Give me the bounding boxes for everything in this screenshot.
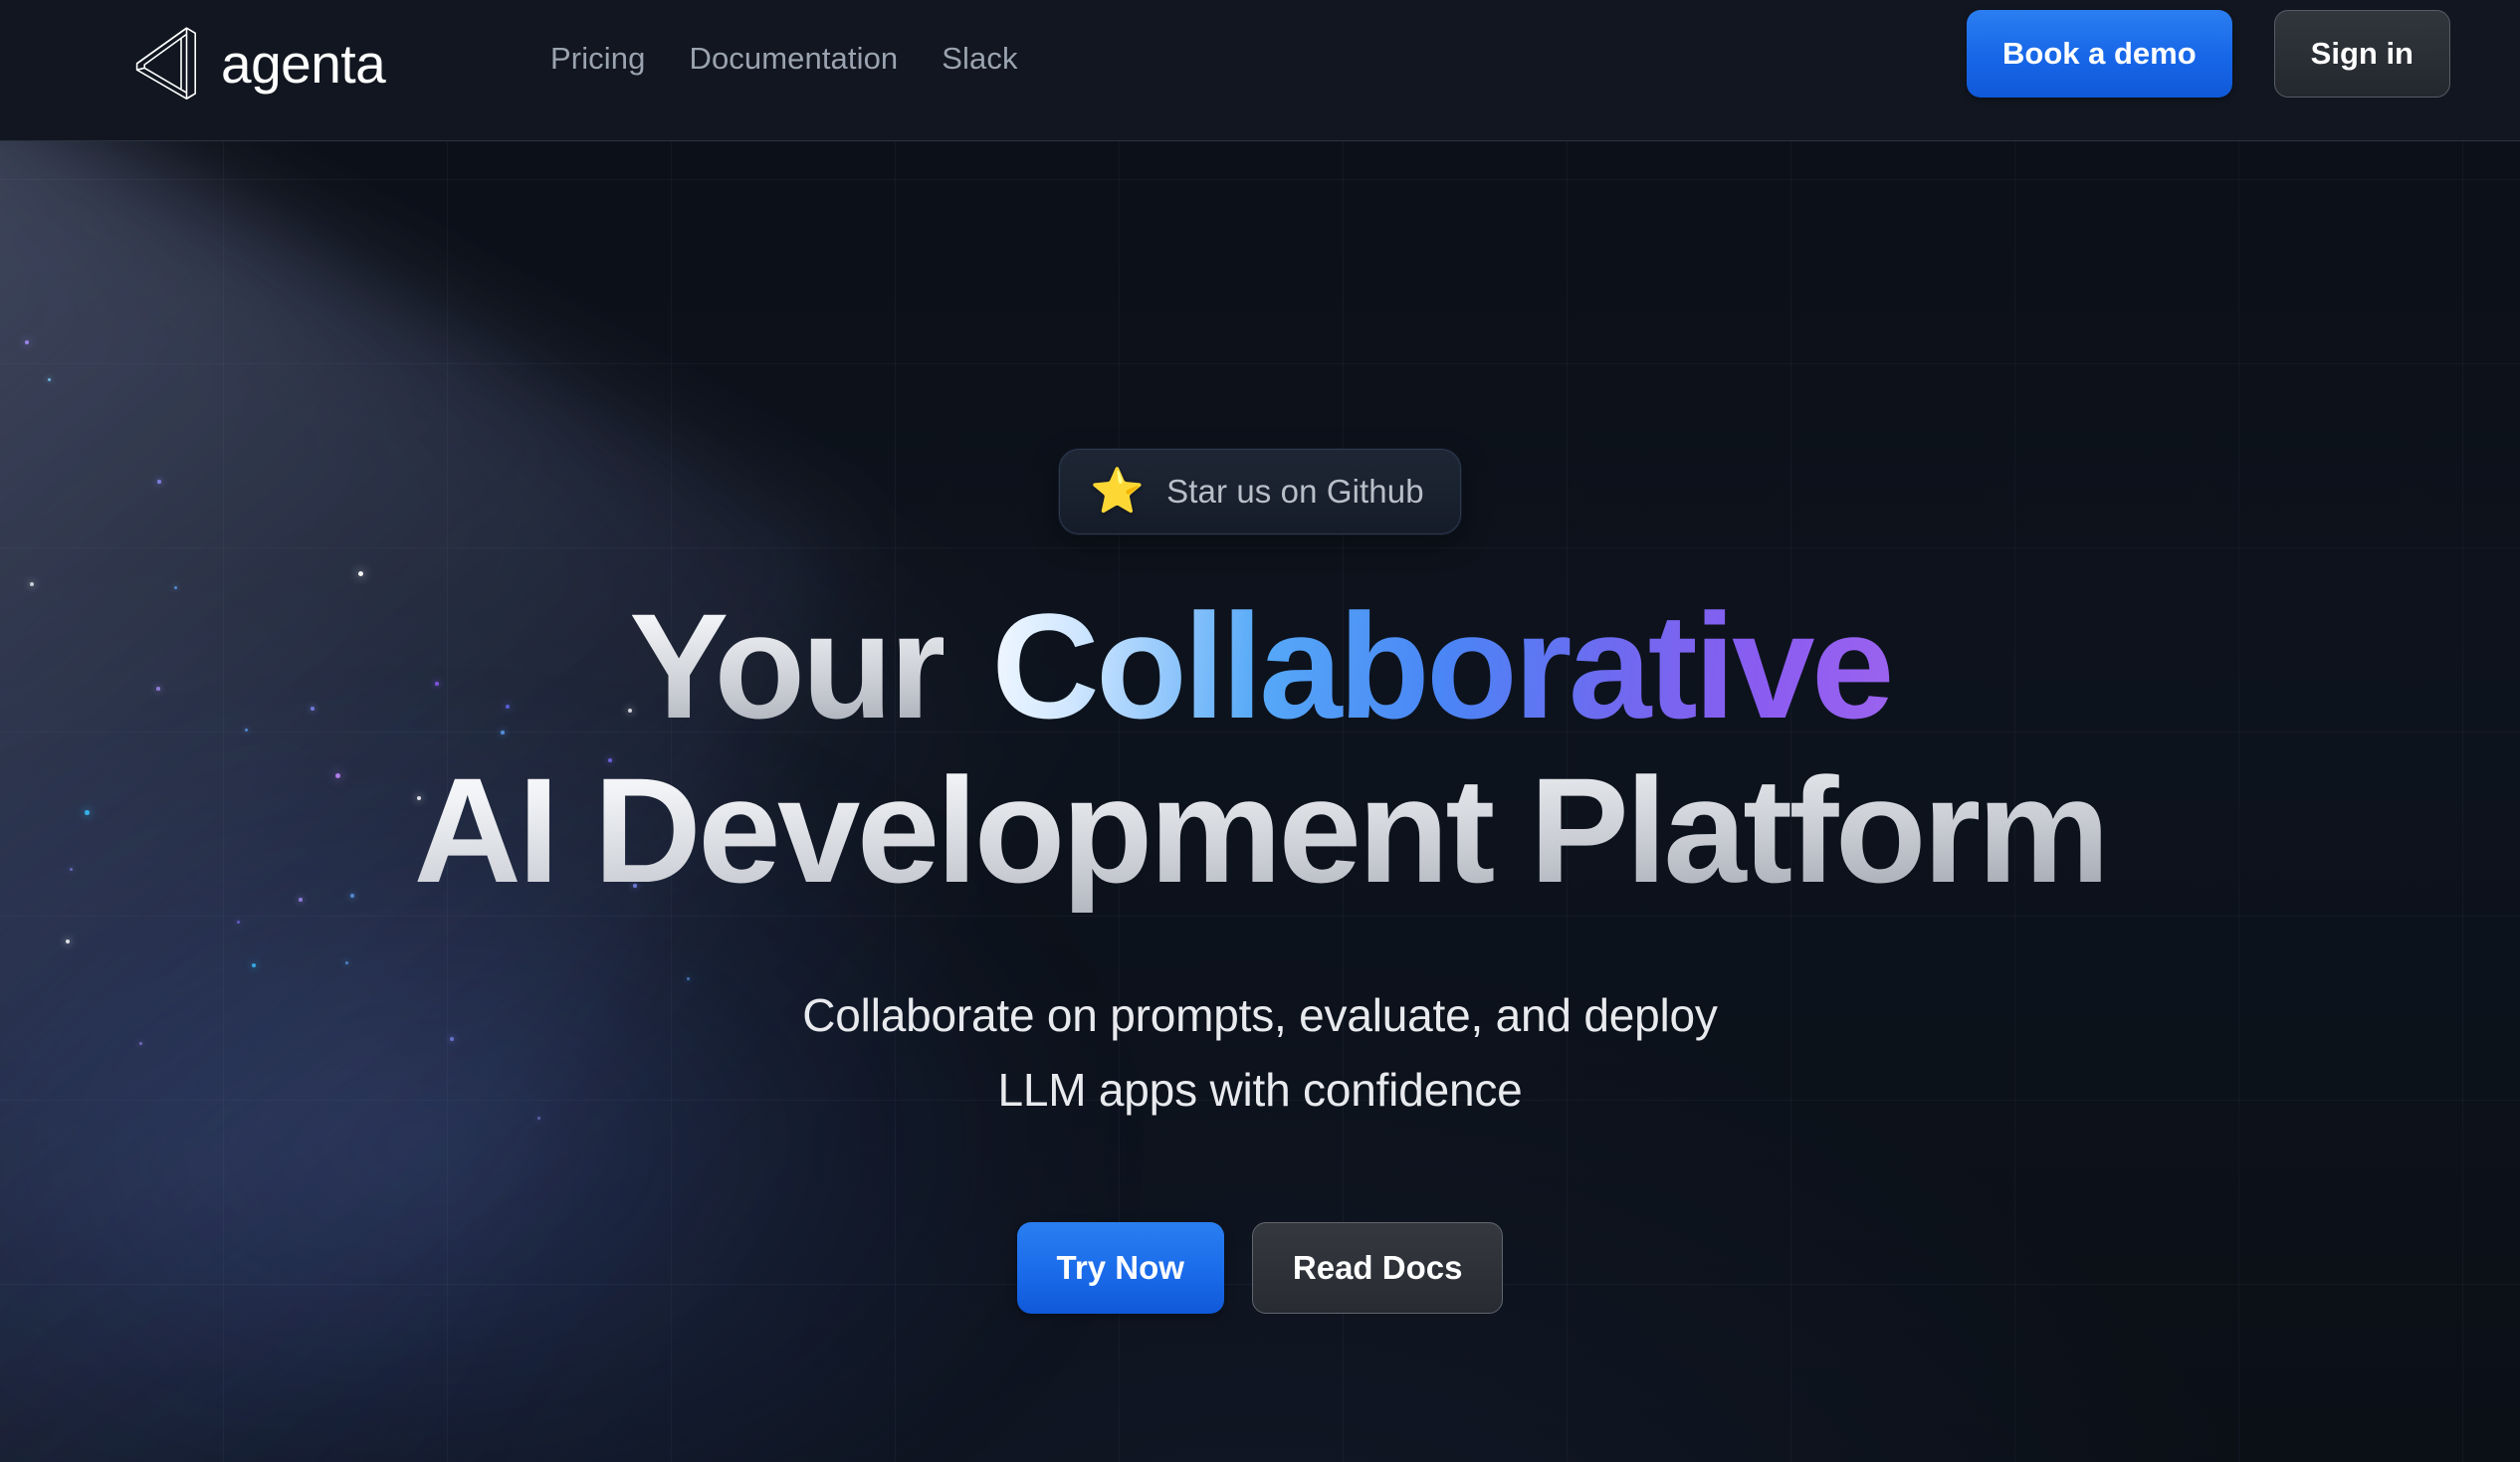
book-a-demo-button[interactable]: Book a demo bbox=[1967, 10, 2232, 98]
page-title: Your Collaborative AI Development Platfor… bbox=[413, 584, 2110, 914]
headline-line-1: Your Collaborative bbox=[414, 584, 2107, 748]
hero-subtitle: Collaborate on prompts, evaluate, and de… bbox=[802, 978, 1718, 1127]
headline-word-your: Your bbox=[629, 582, 947, 749]
agenta-logo-icon bbox=[135, 27, 196, 100]
brand-logo[interactable]: agenta bbox=[133, 25, 386, 103]
try-now-button[interactable]: Try Now bbox=[1016, 1222, 1224, 1315]
star-us-on-github-badge[interactable]: ⭐ Star us on Github bbox=[1059, 449, 1461, 534]
sign-in-button[interactable]: Sign in bbox=[2273, 10, 2450, 98]
hero-section: ⭐ Star us on Github Your Collaborative AI… bbox=[0, 141, 2520, 1462]
header-actions: Book a demo Sign in bbox=[1967, 10, 2450, 98]
main-nav: Pricing Documentation Slack bbox=[550, 40, 1018, 77]
headline-line-2: AI Development Platform bbox=[413, 746, 2110, 914]
brand-name: agenta bbox=[221, 32, 386, 95]
landing-page: agenta Pricing Documentation Slack Book … bbox=[0, 0, 2520, 1462]
nav-link-slack[interactable]: Slack bbox=[942, 40, 1017, 77]
headline-word-collaborative: Collaborative bbox=[991, 582, 1894, 749]
star-badge-label: Star us on Github bbox=[1166, 473, 1424, 510]
star-icon: ⭐ bbox=[1090, 467, 1146, 516]
read-docs-button[interactable]: Read Docs bbox=[1251, 1222, 1504, 1315]
site-header: agenta Pricing Documentation Slack Book … bbox=[0, 0, 2520, 141]
hero-content: ⭐ Star us on Github Your Collaborative AI… bbox=[0, 141, 2520, 1462]
nav-link-documentation[interactable]: Documentation bbox=[689, 40, 898, 77]
subtitle-line-2: LLM apps with confidence bbox=[997, 1063, 1523, 1116]
nav-link-pricing[interactable]: Pricing bbox=[550, 40, 645, 77]
hero-cta-row: Try Now Read Docs bbox=[1016, 1222, 1504, 1315]
subtitle-line-1: Collaborate on prompts, evaluate, and de… bbox=[802, 989, 1718, 1041]
